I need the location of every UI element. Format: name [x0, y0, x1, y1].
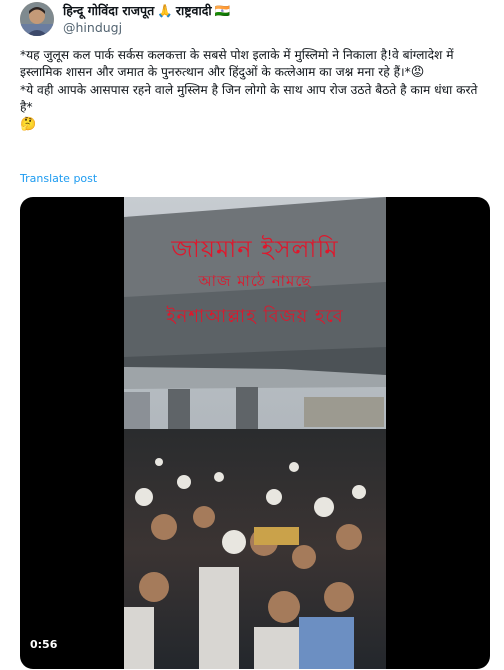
- tweet-paragraph-1: *यह जुलूस कल पार्क सर्कस कलकत्ता के सबसे…: [20, 47, 486, 82]
- author-name-suffix[interactable]: राष्ट्रवादी: [176, 3, 212, 19]
- video-caption-line-1: জায়মান ইসলামি: [171, 235, 339, 263]
- video-player[interactable]: জায়মান ইসলামি আজ মাঠে নামছে ইনশাআল্লাহ …: [20, 197, 490, 669]
- author-block: हिन्दू गोविंदा राजपूत 🙏 राष्ट्रवादी 🇮🇳 @…: [63, 3, 233, 36]
- author-avatar[interactable]: [20, 2, 54, 36]
- tweet-line-2: *ये वही आपके आसपास रहने वाले मुस्लिम है …: [20, 82, 478, 114]
- praying-hands-icon: 🙏: [157, 3, 173, 18]
- angry-face-emoji: 😡: [410, 65, 425, 81]
- video-duration: 0:56: [30, 638, 58, 651]
- video-frame: জায়মান ইসলামি আজ মাঠে নামছে ইনশাআল্লাহ …: [124, 197, 386, 669]
- thinking-face-emoji: 🤔: [20, 117, 37, 133]
- translate-post-link[interactable]: Translate post: [20, 172, 97, 185]
- avatar-image: [20, 2, 54, 36]
- author-name-line[interactable]: हिन्दू गोविंदा राजपूत 🙏 राष्ट्रवादी 🇮🇳: [63, 3, 233, 19]
- india-flag-icon: 🇮🇳: [214, 3, 231, 18]
- tweet-text: *यह जुलूस कल पार्क सर्कस कलकत्ता के सबसे…: [20, 47, 486, 133]
- tweet-line-1: *यह जुलूस कल पार्क सर्कस कलकत्ता के सबसे…: [20, 48, 454, 80]
- author-handle[interactable]: @hindugj: [63, 20, 233, 36]
- author-name[interactable]: हिन्दू गोविंदा राजपूत: [63, 3, 154, 19]
- video-caption-line-3: ইনশাআল্লাহ বিজয় হবে: [166, 306, 344, 327]
- video-caption-line-2: আজ মাঠে নামছে: [198, 272, 312, 290]
